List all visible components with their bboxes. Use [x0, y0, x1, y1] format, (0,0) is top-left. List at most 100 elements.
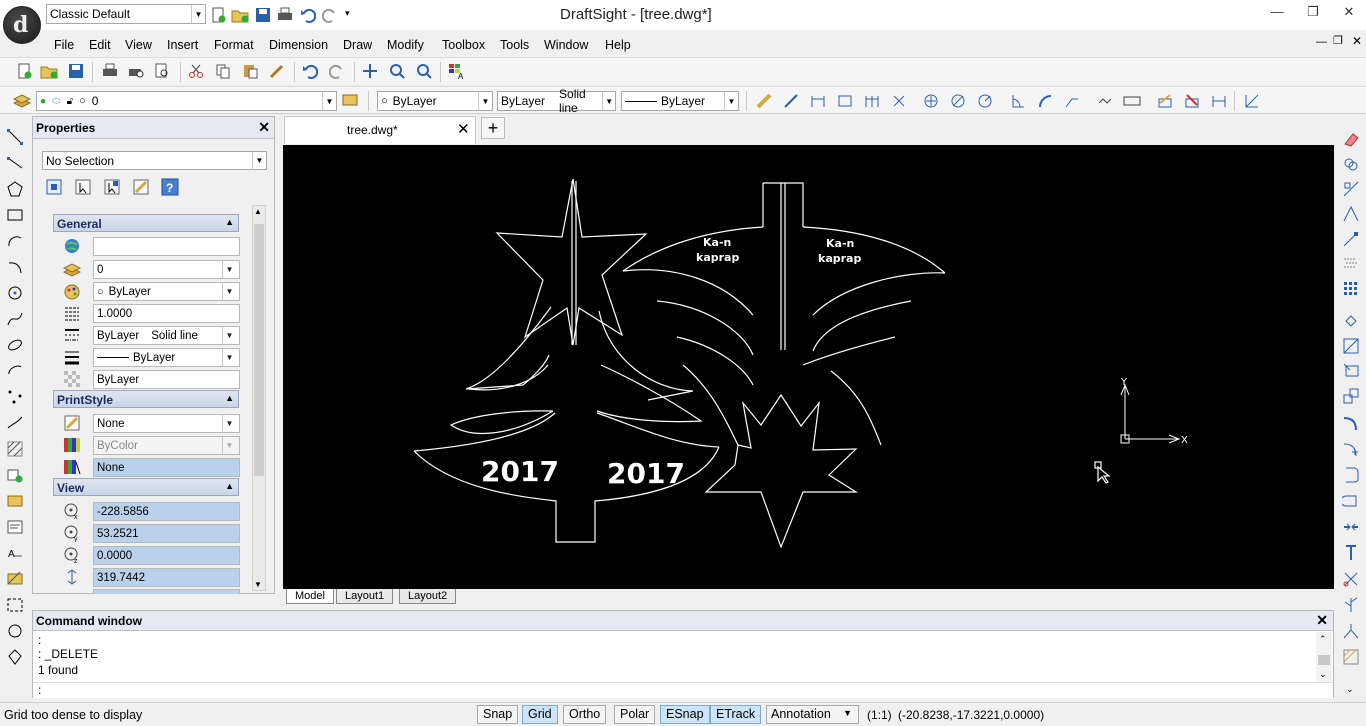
dimension-edit-icon[interactable] [1155, 91, 1175, 111]
select-objects-icon[interactable] [44, 177, 64, 197]
revision-cloud-tool-icon[interactable] [4, 620, 26, 642]
break-at-point-tool-icon[interactable] [1340, 542, 1362, 564]
insert-block-tool-icon[interactable] [4, 464, 26, 486]
zoom-previous-icon[interactable] [414, 61, 434, 81]
multiline-text-tool-icon[interactable] [4, 516, 26, 538]
radius-dimension-icon[interactable] [975, 91, 995, 111]
close-tab-icon[interactable]: ✕ [457, 120, 470, 138]
wipeout-tool-icon[interactable] [4, 646, 26, 668]
polar-toggle[interactable]: Polar [614, 705, 656, 724]
open-icon[interactable] [39, 61, 59, 81]
view-height-field[interactable]: 319.7442 [93, 568, 240, 587]
menu-dimension[interactable]: Dimension [269, 38, 328, 52]
tab-layout1[interactable]: Layout1 [336, 589, 394, 604]
center-y-field[interactable]: 53.2521 [93, 524, 240, 543]
cut-icon[interactable] [186, 61, 206, 81]
print-style-field[interactable]: None ▼ [93, 414, 240, 433]
explode-tool-icon[interactable] [1340, 594, 1362, 616]
center-mark-icon[interactable] [921, 91, 941, 111]
scrollbar-thumb[interactable] [254, 224, 264, 476]
table-tool-icon[interactable] [4, 568, 26, 590]
menu-draw[interactable]: Draw [343, 38, 372, 52]
dimension-update-icon[interactable] [1209, 91, 1229, 111]
menu-tools[interactable]: Tools [500, 38, 529, 52]
snap-toggle[interactable]: Snap [477, 705, 519, 724]
layer-manager-icon[interactable]: A [447, 61, 467, 81]
region-tool-icon[interactable] [4, 594, 26, 616]
toolbar-overflow-icon[interactable]: ⌄ [1346, 684, 1354, 695]
section-general[interactable]: General ▲ [53, 214, 239, 232]
center-x-field[interactable]: -228.5856 [93, 502, 240, 521]
linetype-scale-field[interactable]: 1.0000 [93, 304, 240, 323]
line-tool-icon[interactable] [4, 126, 26, 148]
selection-select[interactable]: No Selection ▼ [42, 151, 267, 170]
linear-dimension-icon[interactable] [781, 91, 801, 111]
menu-view[interactable]: View [125, 38, 152, 52]
note-tool-icon[interactable]: A [4, 542, 26, 564]
pan-icon[interactable] [360, 61, 380, 81]
section-view[interactable]: View ▲ [53, 478, 239, 496]
menu-modify[interactable]: Modify [387, 38, 424, 52]
erase-tool-icon[interactable] [1340, 128, 1362, 150]
angular-dimension-icon[interactable] [1008, 91, 1028, 111]
arc-length-icon[interactable] [1035, 91, 1055, 111]
arc-3point-tool-icon[interactable] [4, 256, 26, 278]
menu-file[interactable]: File [54, 38, 74, 52]
dimension-text-edit-icon[interactable] [1182, 91, 1202, 111]
baseline-dimension-icon[interactable] [835, 91, 855, 111]
transparency-field[interactable]: ByLayer [93, 370, 240, 389]
quick-select-icon[interactable] [73, 177, 93, 197]
close-icon[interactable]: ✕ [258, 119, 270, 136]
rotate-tool-icon[interactable] [1340, 310, 1362, 332]
quick-access-dropdown-icon[interactable]: ▾ [345, 8, 350, 19]
point-tool-icon[interactable] [4, 386, 26, 408]
pickadd-toggle-icon[interactable] [102, 177, 122, 197]
menu-window[interactable]: Window [544, 38, 588, 52]
ortho-toggle[interactable]: Ortho [563, 705, 607, 724]
rectangle-tool-icon[interactable] [4, 204, 26, 226]
save-icon[interactable] [66, 61, 86, 81]
tab-layout2[interactable]: Layout2 [399, 589, 457, 604]
array-tool-icon[interactable] [1340, 278, 1362, 300]
spline-tool-icon[interactable] [4, 308, 26, 330]
section-printstyle[interactable]: PrintStyle ▲ [53, 390, 239, 408]
minimize-button[interactable]: — [1262, 4, 1292, 24]
save-icon[interactable] [253, 5, 273, 25]
new-icon[interactable] [14, 61, 34, 81]
ellipse-arc-tool-icon[interactable] [4, 360, 26, 382]
ellipse-tool-icon[interactable] [4, 334, 26, 356]
fillet-tool-icon[interactable] [1340, 464, 1362, 486]
scroll-down-icon[interactable]: ▼ [254, 580, 262, 589]
linetype-field[interactable]: ByLayer Solid line ▼ [93, 326, 240, 345]
dimension-style-icon[interactable] [754, 91, 774, 111]
color-dropdown[interactable]: ○ ByLayer ▼ [93, 282, 240, 301]
stretch-tool-icon[interactable] [1340, 360, 1362, 382]
zoom-icon[interactable] [387, 61, 407, 81]
hatch-tool-icon[interactable] [4, 438, 26, 460]
command-input[interactable]: : [33, 682, 1333, 698]
print-icon[interactable] [275, 5, 295, 25]
offset-tool-icon[interactable] [1340, 203, 1362, 225]
menu-help[interactable]: Help [605, 38, 631, 52]
linetype-select[interactable]: ByLayer Solid line ▼ [497, 87, 616, 115]
menu-format[interactable]: Format [214, 38, 254, 52]
undo-icon[interactable] [298, 5, 318, 25]
esnap-toggle[interactable]: ESnap [660, 705, 710, 724]
color-field[interactable] [93, 237, 240, 256]
annotation-scale-select[interactable]: Annotation ▼ [766, 705, 859, 724]
break-tool-icon[interactable] [1340, 516, 1362, 538]
layer-field[interactable]: 0 ▼ [93, 260, 240, 279]
command-scrollbar[interactable]: ⌃ ⌄ [1316, 632, 1332, 682]
edit-polyline-tool-icon[interactable] [1340, 620, 1362, 642]
make-block-tool-icon[interactable] [4, 490, 26, 512]
copy-icon[interactable] [213, 61, 233, 81]
properties-scrollbar[interactable]: ▲ ▼ [252, 205, 266, 591]
diameter-dimension-icon[interactable] [948, 91, 968, 111]
redo-icon[interactable] [327, 61, 347, 81]
layer-select[interactable]: ● ⬭ 🔓︎ ○ 0 ▼ [36, 91, 337, 111]
etrack-toggle[interactable]: ETrack [710, 705, 762, 724]
open-icon[interactable] [230, 5, 250, 25]
aligned-dimension-icon[interactable] [808, 91, 828, 111]
match-properties-icon[interactable] [267, 61, 287, 81]
tolerance-icon[interactable] [1095, 91, 1115, 111]
